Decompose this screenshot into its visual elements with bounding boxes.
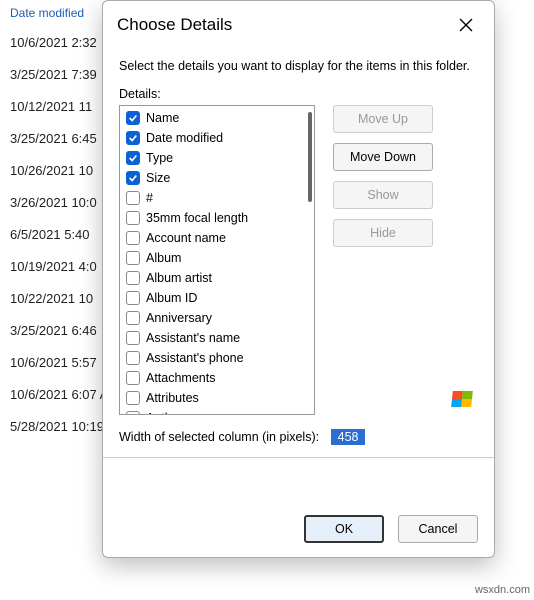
list-item[interactable]: Size	[120, 168, 314, 188]
list-item[interactable]: Attachments	[120, 368, 314, 388]
list-item[interactable]: Assistant's phone	[120, 348, 314, 368]
checkbox[interactable]	[126, 291, 140, 305]
dialog-instruction: Select the details you want to display f…	[119, 59, 478, 73]
checkbox[interactable]	[126, 191, 140, 205]
list-item-label: Size	[146, 169, 170, 187]
list-item[interactable]: Album	[120, 248, 314, 268]
checkbox[interactable]	[126, 271, 140, 285]
list-item-label: Account name	[146, 229, 226, 247]
list-item[interactable]: Authors	[120, 408, 314, 415]
checkbox[interactable]	[126, 391, 140, 405]
move-up-button[interactable]: Move Up	[333, 105, 433, 133]
list-item-label: Attributes	[146, 389, 199, 407]
show-button[interactable]: Show	[333, 181, 433, 209]
list-item-label: Date modified	[146, 129, 223, 147]
checkbox[interactable]	[126, 351, 140, 365]
move-down-button[interactable]: Move Down	[333, 143, 433, 171]
list-item-label: Assistant's name	[146, 329, 240, 347]
watermark: wsxdn.com	[475, 584, 530, 596]
width-input[interactable]	[331, 429, 365, 445]
list-item-label: Assistant's phone	[146, 349, 244, 367]
details-label: Details:	[119, 87, 478, 101]
list-item[interactable]: Attributes	[120, 388, 314, 408]
list-item-label: 35mm focal length	[146, 209, 248, 227]
list-item[interactable]: Assistant's name	[120, 328, 314, 348]
list-item-label: #	[146, 189, 153, 207]
list-item-label: Album	[146, 249, 181, 267]
scrollbar-thumb[interactable]	[308, 112, 312, 202]
list-item[interactable]: Date modified	[120, 128, 314, 148]
list-item-label: Name	[146, 109, 179, 127]
list-item[interactable]: Type	[120, 148, 314, 168]
list-item[interactable]: 35mm focal length	[120, 208, 314, 228]
checkbox[interactable]	[126, 311, 140, 325]
cancel-button[interactable]: Cancel	[398, 515, 478, 543]
list-item-label: Album artist	[146, 269, 212, 287]
windows-flag-icon	[451, 391, 473, 407]
list-item[interactable]: Account name	[120, 228, 314, 248]
checkbox[interactable]	[126, 411, 140, 415]
list-item-label: Type	[146, 149, 173, 167]
ok-button[interactable]: OK	[304, 515, 384, 543]
list-item[interactable]: Album ID	[120, 288, 314, 308]
checkbox[interactable]	[126, 171, 140, 185]
checkbox[interactable]	[126, 331, 140, 345]
dialog-title: Choose Details	[117, 15, 232, 35]
width-label: Width of selected column (in pixels):	[119, 430, 319, 444]
checkbox[interactable]	[126, 111, 140, 125]
checkbox[interactable]	[126, 211, 140, 225]
checkbox[interactable]	[126, 371, 140, 385]
list-item-label: Attachments	[146, 369, 215, 387]
close-icon[interactable]	[452, 11, 480, 39]
list-item-label: Album ID	[146, 289, 197, 307]
checkbox[interactable]	[126, 251, 140, 265]
checkbox[interactable]	[126, 131, 140, 145]
list-item[interactable]: Album artist	[120, 268, 314, 288]
list-item-label: Authors	[146, 409, 189, 415]
checkbox[interactable]	[126, 151, 140, 165]
list-item[interactable]: Anniversary	[120, 308, 314, 328]
details-list[interactable]: Name Date modified Type Size #35mm focal len…	[119, 105, 315, 415]
choose-details-dialog: Choose Details Select the details you wa…	[102, 0, 495, 558]
list-item[interactable]: Name	[120, 108, 314, 128]
hide-button[interactable]: Hide	[333, 219, 433, 247]
list-item-label: Anniversary	[146, 309, 212, 327]
list-item[interactable]: #	[120, 188, 314, 208]
checkbox[interactable]	[126, 231, 140, 245]
divider	[103, 457, 494, 458]
